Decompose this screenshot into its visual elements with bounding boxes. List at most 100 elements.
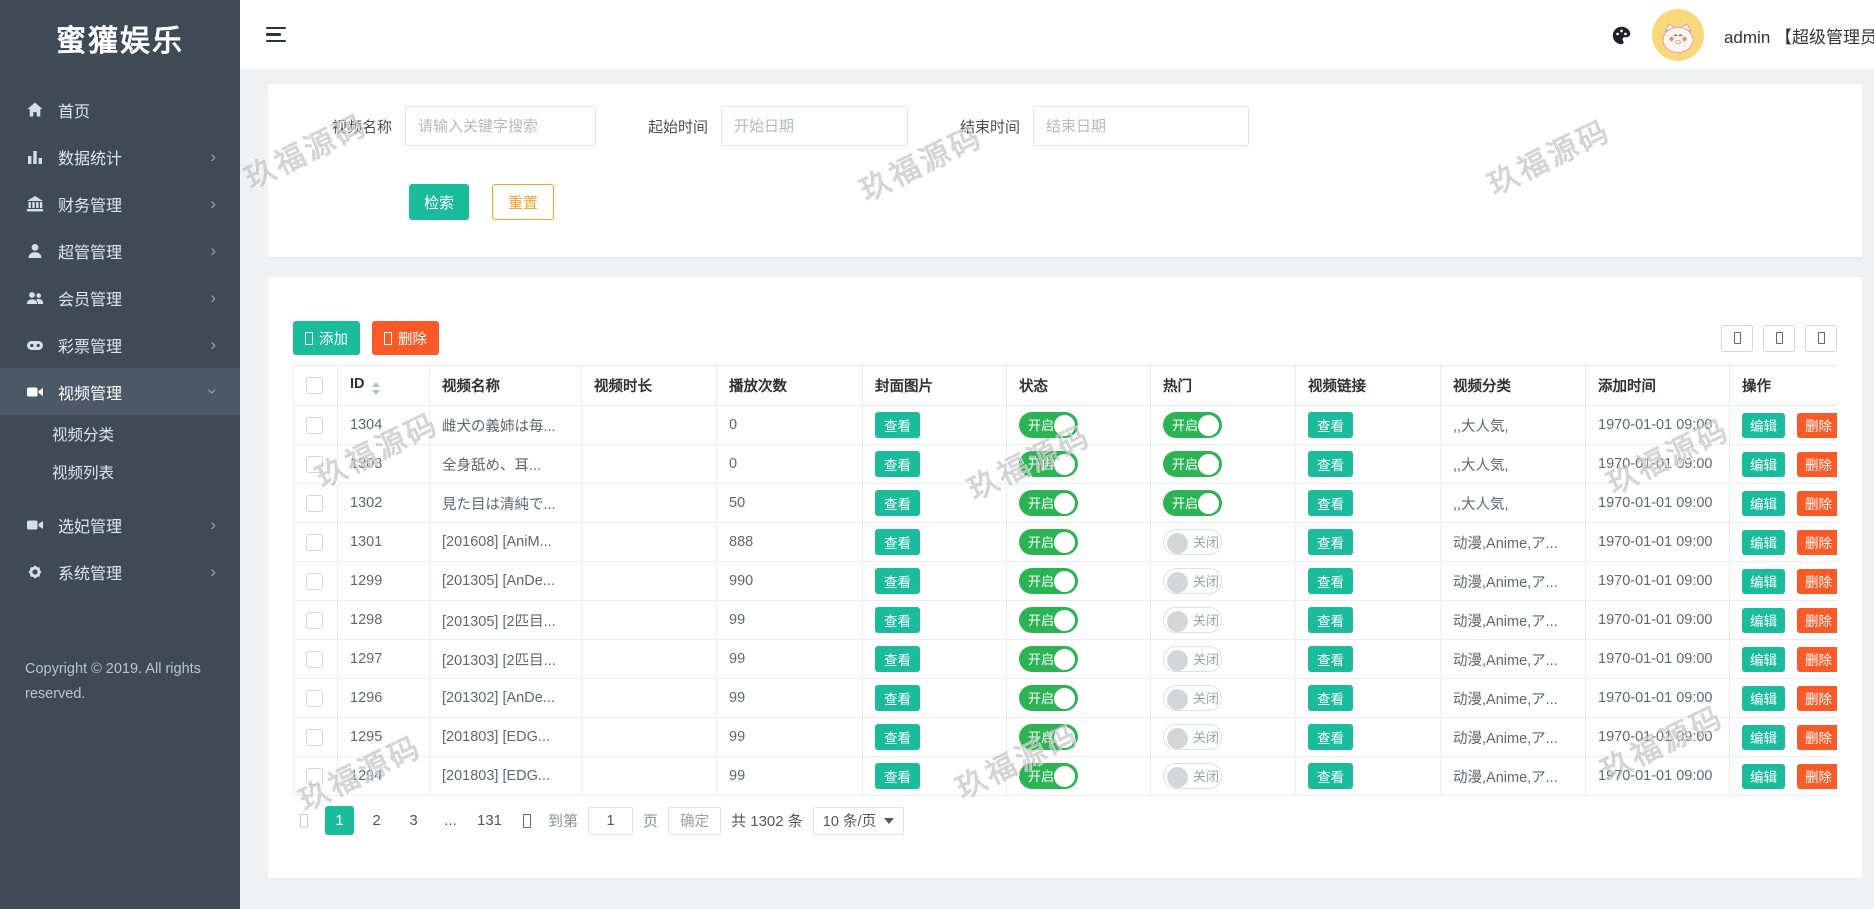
view-link-button[interactable]: 查看 [1308, 451, 1353, 477]
row-checkbox[interactable] [306, 689, 323, 707]
delete-row-button[interactable]: 删除 [1797, 451, 1837, 477]
view-cover-button[interactable]: 查看 [875, 412, 920, 438]
header-id[interactable]: ID [337, 365, 430, 406]
sidebar-item-home[interactable]: 首页 [0, 86, 240, 133]
sort-icon[interactable] [371, 382, 380, 395]
search-button[interactable]: 检索 [409, 184, 470, 220]
view-cover-button[interactable]: 查看 [875, 724, 920, 750]
view-cover-button[interactable]: 查看 [875, 607, 920, 633]
delete-row-button[interactable]: 删除 [1797, 724, 1837, 750]
page-button[interactable]: 3 [399, 806, 428, 835]
hot-toggle[interactable]: 开启 [1163, 451, 1222, 477]
page-button[interactable]: 1 [325, 806, 354, 835]
hot-toggle[interactable]: 开启 [1163, 412, 1222, 438]
row-checkbox[interactable] [306, 572, 323, 590]
status-toggle[interactable]: 开启 [1019, 724, 1078, 750]
edit-button[interactable]: 编辑 [1742, 451, 1785, 477]
sidebar-subitem-video-category[interactable]: 视频分类 [0, 415, 240, 453]
sidebar-item-concubine[interactable]: 选妃管理 › [0, 501, 240, 548]
delete-row-button[interactable]: 删除 [1797, 607, 1837, 633]
page-button[interactable]: 2 [362, 806, 391, 835]
row-checkbox[interactable] [306, 416, 323, 434]
edit-button[interactable]: 编辑 [1742, 607, 1785, 633]
row-checkbox[interactable] [306, 611, 323, 629]
status-toggle[interactable]: 开启 [1019, 685, 1078, 711]
goto-page-input[interactable] [588, 806, 634, 835]
status-toggle[interactable]: 开启 [1019, 412, 1078, 438]
edit-button[interactable]: 编辑 [1742, 412, 1785, 438]
status-toggle[interactable]: 开启 [1019, 607, 1078, 633]
delete-row-button[interactable]: 删除 [1797, 568, 1837, 594]
view-link-button[interactable]: 查看 [1308, 412, 1353, 438]
menu-toggle-icon[interactable] [266, 26, 286, 43]
status-toggle[interactable]: 开启 [1019, 568, 1078, 594]
row-checkbox[interactable] [306, 533, 323, 551]
sidebar-item-system[interactable]: 系统管理 › [0, 548, 240, 595]
edit-button[interactable]: 编辑 [1742, 724, 1785, 750]
next-page-button[interactable] [516, 807, 538, 835]
hot-toggle[interactable]: 关闭 [1163, 685, 1222, 711]
edit-button[interactable]: 编辑 [1742, 568, 1785, 594]
delete-row-button[interactable]: 删除 [1797, 685, 1837, 711]
status-toggle[interactable]: 开启 [1019, 763, 1078, 789]
edit-button[interactable]: 编辑 [1742, 529, 1785, 555]
view-link-button[interactable]: 查看 [1308, 646, 1353, 672]
status-toggle[interactable]: 开启 [1019, 451, 1078, 477]
hot-toggle[interactable]: 关闭 [1163, 607, 1222, 633]
sidebar-item-finance[interactable]: 财务管理 › [0, 180, 240, 227]
view-cover-button[interactable]: 查看 [875, 451, 920, 477]
delete-row-button[interactable]: 删除 [1797, 490, 1837, 516]
edit-button[interactable]: 编辑 [1742, 646, 1785, 672]
delete-row-button[interactable]: 删除 [1797, 646, 1837, 672]
row-checkbox[interactable] [306, 650, 323, 668]
sidebar-item-members[interactable]: 会员管理 › [0, 274, 240, 321]
edit-button[interactable]: 编辑 [1742, 685, 1785, 711]
view-cover-button[interactable]: 查看 [875, 490, 920, 516]
delete-row-button[interactable]: 删除 [1797, 412, 1837, 438]
edit-button[interactable]: 编辑 [1742, 763, 1785, 789]
delete-button[interactable]: 删除 [372, 321, 439, 355]
sidebar-item-admin[interactable]: 超管管理 › [0, 227, 240, 274]
video-name-input[interactable] [405, 106, 597, 146]
sidebar-subitem-video-list[interactable]: 视频列表 [0, 453, 240, 491]
delete-row-button[interactable]: 删除 [1797, 763, 1837, 789]
view-cover-button[interactable]: 查看 [875, 685, 920, 711]
hot-toggle[interactable]: 关闭 [1163, 529, 1222, 555]
view-link-button[interactable]: 查看 [1308, 724, 1353, 750]
view-link-button[interactable]: 查看 [1308, 685, 1353, 711]
status-toggle[interactable]: 开启 [1019, 490, 1078, 516]
confirm-page-button[interactable]: 确定 [668, 806, 722, 835]
hot-toggle[interactable]: 关闭 [1163, 646, 1222, 672]
view-link-button[interactable]: 查看 [1308, 568, 1353, 594]
row-checkbox[interactable] [306, 494, 323, 512]
view-cover-button[interactable]: 查看 [875, 763, 920, 789]
delete-row-button[interactable]: 删除 [1797, 529, 1837, 555]
prev-page-button[interactable] [293, 807, 315, 835]
end-date-input[interactable] [1033, 106, 1250, 146]
reset-button[interactable]: 重置 [492, 184, 555, 220]
view-link-button[interactable]: 查看 [1308, 607, 1353, 633]
view-link-button[interactable]: 查看 [1308, 529, 1353, 555]
view-link-button[interactable]: 查看 [1308, 763, 1353, 789]
row-checkbox[interactable] [306, 728, 323, 746]
page-button[interactable]: 131 [473, 806, 506, 835]
view-cover-button[interactable]: 查看 [875, 646, 920, 672]
add-button[interactable]: 添加 [293, 321, 360, 355]
theme-palette-icon[interactable] [1611, 25, 1632, 46]
avatar[interactable] [1651, 9, 1704, 61]
table-print-button[interactable] [1805, 324, 1837, 352]
hot-toggle[interactable]: 开启 [1163, 490, 1222, 516]
table-export-button[interactable] [1763, 324, 1795, 352]
view-link-button[interactable]: 查看 [1308, 490, 1353, 516]
table-filter-button[interactable] [1721, 324, 1753, 352]
hot-toggle[interactable]: 关闭 [1163, 763, 1222, 789]
status-toggle[interactable]: 开启 [1019, 529, 1078, 555]
sidebar-item-stats[interactable]: 数据统计 › [0, 133, 240, 180]
row-checkbox[interactable] [306, 455, 323, 473]
view-cover-button[interactable]: 查看 [875, 529, 920, 555]
status-toggle[interactable]: 开启 [1019, 646, 1078, 672]
start-date-input[interactable] [721, 106, 909, 146]
view-cover-button[interactable]: 查看 [875, 568, 920, 594]
row-checkbox[interactable] [306, 767, 323, 785]
edit-button[interactable]: 编辑 [1742, 490, 1785, 516]
